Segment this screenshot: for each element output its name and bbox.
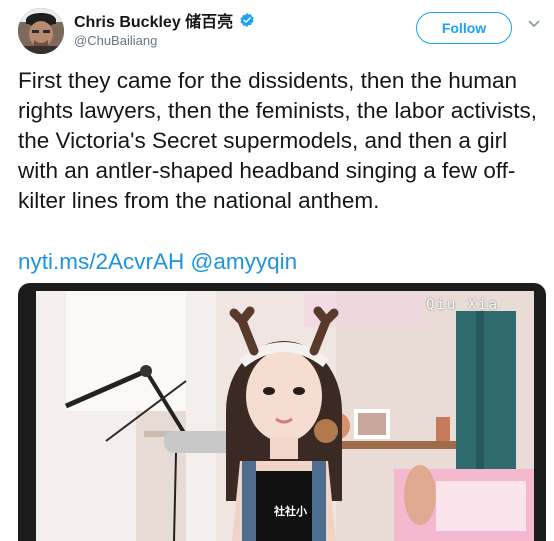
article-link[interactable]: nyti.ms/2AcvrAH [18,249,184,274]
avatar[interactable] [18,8,64,54]
chevron-down-icon[interactable] [528,18,540,30]
tweet-media[interactable]: Qiu Xia 社社小 [18,283,546,541]
mention-link[interactable]: @amyyqin [191,249,298,274]
tweet-links: nyti.ms/2AcvrAH @amyyqin [18,247,297,277]
author-name-row[interactable]: Chris Buckley 储百亮 [74,8,255,32]
tweet-text: First they came for the dissidents, then… [18,68,537,213]
verified-badge-icon [240,13,254,27]
author-handle[interactable]: @ChuBailiang [74,33,157,48]
shirt-print-text: 社社小 [274,506,307,518]
follow-button[interactable]: Follow [416,12,512,44]
video-frame[interactable]: Qiu Xia 社社小 [36,291,534,541]
video-overlay-title: Qiu Xia [426,297,500,313]
avatar-photo-icon [18,8,64,54]
author-display-name[interactable]: Chris Buckley 储百亮 [74,8,233,32]
